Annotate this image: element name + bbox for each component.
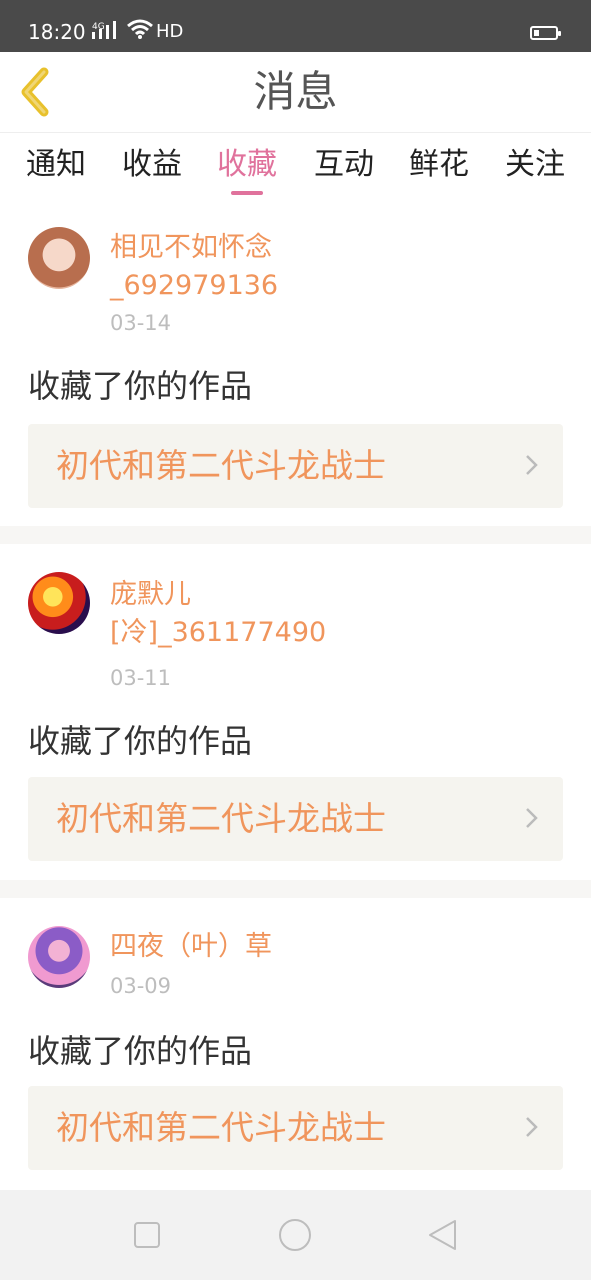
back-triangle-icon	[429, 1220, 456, 1250]
work-link-card[interactable]: 初代和第二代斗龙战士	[28, 424, 563, 508]
back-nav-button[interactable]	[425, 1218, 459, 1252]
page-header: 消息	[0, 52, 591, 133]
username-line: 庞默儿	[110, 579, 191, 610]
username-line: 相见不如怀念	[110, 232, 272, 263]
avatar[interactable]	[28, 227, 90, 289]
tab-label: 收益	[122, 147, 182, 182]
tab-bar: 通知 收益 收藏 互动 鲜花 关注	[0, 133, 591, 201]
recent-apps-icon	[134, 1222, 160, 1248]
divider	[0, 526, 591, 544]
chevron-right-icon	[526, 455, 538, 475]
signal-type-label: 4G	[92, 22, 105, 32]
recent-apps-button[interactable]	[130, 1218, 164, 1252]
page-title: 消息	[253, 67, 338, 116]
tab-favorites[interactable]: 收藏	[215, 143, 279, 195]
wifi-icon	[126, 18, 154, 45]
status-bar: 18:20 4G HD	[0, 0, 591, 52]
message-date: 03-14	[110, 311, 172, 335]
tab-earnings[interactable]: 收益	[120, 143, 184, 193]
message-action: 收藏了你的作品	[28, 722, 253, 760]
tab-label: 鲜花	[409, 147, 469, 182]
message-item: 庞默儿 [冷]_361177490 03-11 收藏了你的作品 初代和第二代斗龙…	[0, 544, 591, 880]
message-action: 收藏了你的作品	[28, 367, 253, 405]
username-line: [冷]_361177490	[110, 617, 327, 648]
message-date: 03-11	[110, 666, 172, 690]
message-date: 03-09	[110, 974, 172, 998]
work-link-card[interactable]: 初代和第二代斗龙战士	[28, 1086, 563, 1170]
work-title: 初代和第二代斗龙战士	[56, 446, 386, 485]
tab-label: 关注	[505, 147, 565, 182]
tab-label: 通知	[26, 147, 86, 182]
signal-icon: 4G	[92, 20, 122, 44]
username-line: _692979136	[110, 270, 279, 301]
divider	[0, 880, 591, 898]
chevron-right-icon	[526, 808, 538, 828]
hd-label: HD	[156, 21, 184, 42]
message-action: 收藏了你的作品	[28, 1032, 253, 1070]
home-icon	[279, 1219, 311, 1251]
work-title: 初代和第二代斗龙战士	[56, 1108, 386, 1147]
avatar[interactable]	[28, 926, 90, 988]
tab-flowers[interactable]: 鲜花	[407, 143, 471, 193]
chevron-right-icon	[526, 1117, 538, 1137]
message-item: 四夜（叶）草 03-09 收藏了你的作品 初代和第二代斗龙战士	[0, 898, 591, 1190]
work-title: 初代和第二代斗龙战士	[56, 799, 386, 838]
message-item: 相见不如怀念 _692979136 03-14 收藏了你的作品 初代和第二代斗龙…	[0, 203, 591, 526]
system-nav-bar	[0, 1190, 591, 1280]
username-line: 四夜（叶）草	[110, 931, 272, 962]
avatar[interactable]	[28, 572, 90, 634]
tab-label: 收藏	[217, 147, 277, 182]
tab-following[interactable]: 关注	[503, 143, 567, 193]
active-tab-indicator	[231, 191, 263, 195]
tab-label: 互动	[314, 147, 374, 182]
username[interactable]: 四夜（叶）草	[110, 928, 272, 966]
home-button[interactable]	[278, 1218, 312, 1252]
username[interactable]: 庞默儿 [冷]_361177490	[110, 576, 326, 652]
tab-interactions[interactable]: 互动	[312, 143, 376, 193]
battery-icon	[530, 26, 561, 40]
status-time: 18:20	[28, 20, 86, 44]
tab-notifications[interactable]: 通知	[24, 143, 88, 193]
work-link-card[interactable]: 初代和第二代斗龙战士	[28, 777, 563, 861]
username[interactable]: 相见不如怀念 _692979136	[110, 229, 278, 305]
